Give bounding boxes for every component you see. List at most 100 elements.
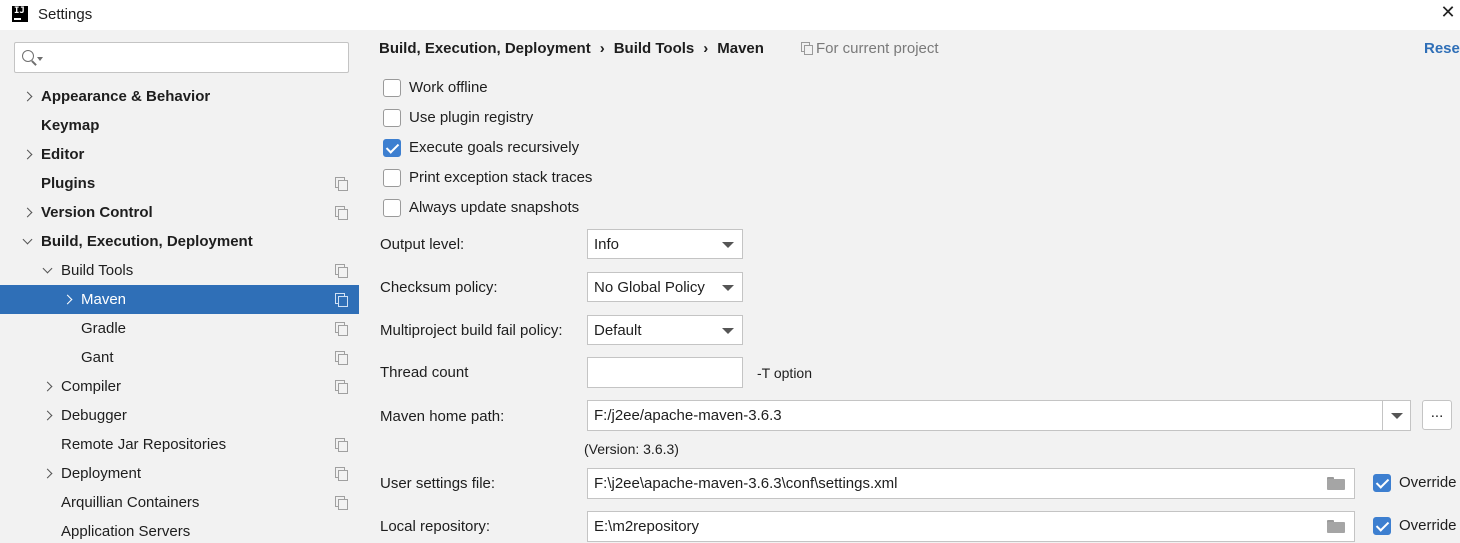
fail-policy-value: Default: [594, 322, 642, 339]
sidebar-item-label: Debugger: [61, 407, 127, 424]
sidebar-item-label: Gant: [81, 349, 114, 366]
local-repository-override-checkbox[interactable]: [1373, 517, 1391, 535]
breadcrumb: Build, Execution, Deployment › Build Tools…: [379, 40, 764, 60]
sidebar-item-build-tools[interactable]: Build Tools: [0, 256, 359, 285]
chevron-right-icon[interactable]: [22, 82, 34, 111]
search-icon: [22, 50, 34, 62]
project-scope-icon: [335, 264, 348, 278]
sidebar-item-compiler[interactable]: Compiler: [0, 372, 359, 401]
work-offline-checkbox[interactable]: [383, 79, 401, 97]
project-scope-icon: [801, 42, 813, 55]
sidebar-item-remote-jar-repositories[interactable]: Remote Jar Repositories: [0, 430, 359, 459]
sidebar-item-gradle[interactable]: Gradle: [0, 314, 359, 343]
chevron-right-icon[interactable]: [22, 140, 34, 169]
local-repository-label: Local repository:: [380, 518, 491, 535]
sidebar-item-label: Editor: [41, 146, 85, 163]
local-repository-input[interactable]: E:\m2repository: [587, 511, 1355, 542]
maven-version-text: (Version: 3.6.3): [584, 441, 679, 457]
chevron-down-icon[interactable]: [22, 227, 34, 256]
sidebar-item-gant[interactable]: Gant: [0, 343, 359, 372]
thread-count-label: Thread count: [380, 364, 469, 381]
settings-tree: Appearance & Behavior Keymap Editor Plugins…: [0, 82, 359, 543]
sidebar-item-label: Compiler: [61, 378, 122, 395]
sidebar-item-label: Application Servers: [61, 523, 191, 540]
chevron-right-icon[interactable]: [62, 285, 74, 314]
sidebar-item-keymap[interactable]: Keymap: [0, 111, 359, 140]
breadcrumb-item[interactable]: Build Tools: [614, 40, 695, 57]
sidebar-item-label: Appearance & Behavior: [41, 88, 211, 105]
sidebar-item-label: Plugins: [41, 175, 96, 192]
override-label: Override: [1399, 474, 1457, 491]
project-scope-icon: [335, 496, 348, 510]
sidebar-item-label: Remote Jar Repositories: [61, 436, 227, 453]
settings-search-box[interactable]: [14, 42, 349, 73]
checkbox-label: Execute goals recursively: [409, 139, 580, 156]
user-settings-input[interactable]: F:\j2ee\apache-maven-3.6.3\conf\settings…: [587, 468, 1355, 499]
breadcrumb-separator: ›: [599, 40, 605, 57]
project-scope-icon: [335, 177, 348, 191]
sidebar-item-label: Maven: [81, 291, 127, 308]
checkbox-label: Use plugin registry: [409, 109, 534, 126]
checksum-policy-label: Checksum policy:: [380, 279, 498, 296]
project-scope-icon: [335, 206, 348, 220]
reset-link[interactable]: Reset: [1424, 40, 1460, 57]
close-icon[interactable]: ✕: [1438, 3, 1458, 23]
sidebar-item-label: Gradle: [81, 320, 127, 337]
chevron-down-icon: [722, 242, 734, 248]
always-update-snapshots-checkbox[interactable]: [383, 199, 401, 217]
maven-home-combo[interactable]: F:/j2ee/apache-maven-3.6.3: [587, 400, 1411, 431]
sidebar-item-version-control[interactable]: Version Control: [0, 198, 359, 227]
sidebar-item-debugger[interactable]: Debugger: [0, 401, 359, 430]
sidebar-item-editor[interactable]: Editor: [0, 140, 359, 169]
sidebar-item-label: Keymap: [41, 117, 100, 134]
checksum-policy-value: No Global Policy: [594, 279, 705, 296]
breadcrumb-item[interactable]: Build, Execution, Deployment: [379, 40, 591, 57]
chevron-right-icon[interactable]: [42, 459, 54, 488]
output-level-value: Info: [594, 236, 620, 253]
chevron-down-icon[interactable]: [42, 256, 54, 285]
title-bar: IJ Settings ✕: [0, 0, 1460, 30]
chevron-down-icon[interactable]: [1382, 401, 1410, 430]
project-scope-icon: [335, 322, 348, 336]
chevron-right-icon[interactable]: [42, 372, 54, 401]
sidebar-item-build-execution-deployment[interactable]: Build, Execution, Deployment: [0, 227, 359, 256]
sidebar-item-label: Deployment: [61, 465, 142, 482]
sidebar-item-label: Version Control: [41, 204, 153, 221]
project-scope-icon: [335, 351, 348, 365]
maven-home-value: F:/j2ee/apache-maven-3.6.3: [594, 407, 782, 424]
chevron-down-icon[interactable]: [37, 57, 43, 61]
fail-policy-label: Multiproject build fail policy:: [380, 322, 563, 339]
project-scope-icon: [335, 380, 348, 394]
use-plugin-registry-checkbox[interactable]: [383, 109, 401, 127]
output-level-label: Output level:: [380, 236, 465, 253]
sidebar-item-label: Build, Execution, Deployment: [41, 233, 253, 250]
sidebar-item-maven[interactable]: Maven: [0, 285, 359, 314]
checkbox-label: Always update snapshots: [409, 199, 580, 216]
project-scope-icon: [335, 438, 348, 452]
folder-icon[interactable]: [1327, 477, 1345, 490]
sidebar-item-arquillian-containers[interactable]: Arquillian Containers: [0, 488, 359, 517]
browse-maven-home-button[interactable]: ...: [1422, 400, 1452, 430]
folder-icon[interactable]: [1327, 520, 1345, 533]
sidebar-item-appearance-behavior[interactable]: Appearance & Behavior: [0, 82, 359, 111]
search-input[interactable]: [45, 47, 335, 68]
scope-indicator: For current project: [801, 40, 939, 57]
project-scope-icon: [335, 293, 348, 307]
settings-sidebar: Appearance & Behavior Keymap Editor Plugins…: [0, 30, 359, 543]
breadcrumb-separator: ›: [703, 40, 709, 57]
override-label: Override: [1399, 517, 1457, 534]
thread-count-input[interactable]: [587, 357, 743, 388]
chevron-right-icon[interactable]: [22, 198, 34, 227]
print-stack-traces-checkbox[interactable]: [383, 169, 401, 187]
chevron-right-icon[interactable]: [42, 401, 54, 430]
checksum-policy-dropdown[interactable]: No Global Policy: [587, 272, 743, 302]
fail-policy-dropdown[interactable]: Default: [587, 315, 743, 345]
user-settings-override-checkbox[interactable]: [1373, 474, 1391, 492]
execute-goals-recursively-checkbox[interactable]: [383, 139, 401, 157]
intellij-app-icon: IJ: [12, 6, 28, 22]
output-level-dropdown[interactable]: Info: [587, 229, 743, 259]
sidebar-item-deployment[interactable]: Deployment: [0, 459, 359, 488]
sidebar-item-plugins[interactable]: Plugins: [0, 169, 359, 198]
window-title: Settings: [38, 6, 93, 23]
sidebar-item-application-servers[interactable]: Application Servers: [0, 517, 359, 543]
